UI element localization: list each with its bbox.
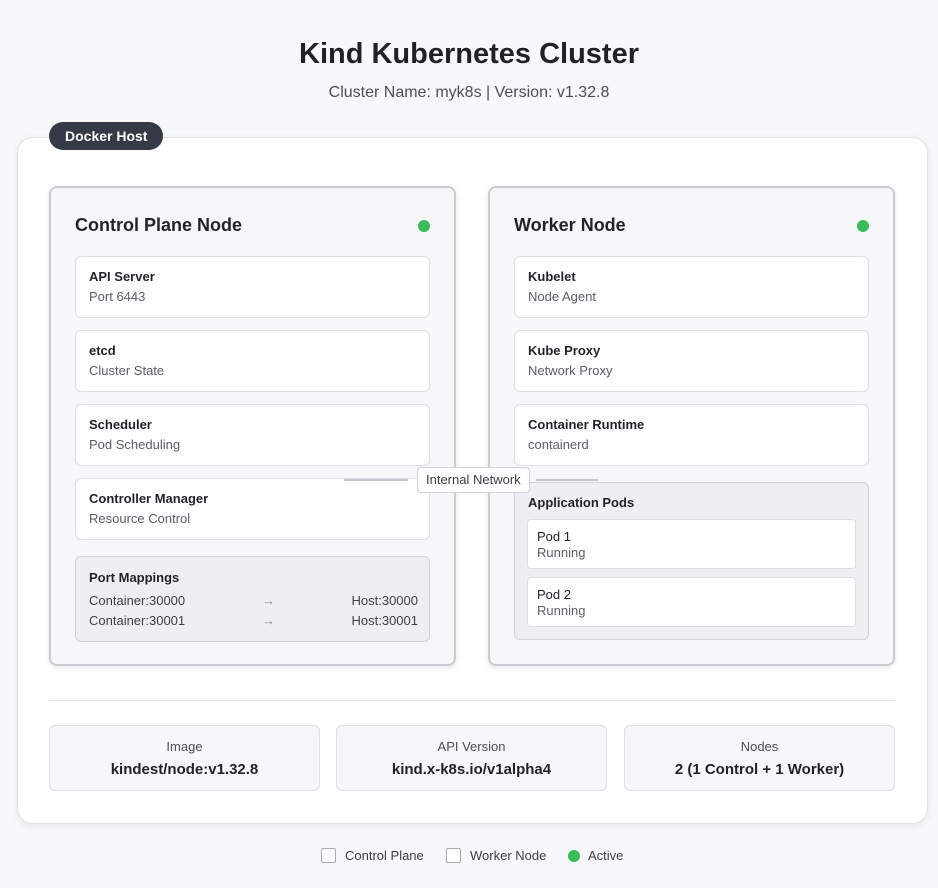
worker-title: Worker Node (514, 215, 626, 235)
legend-control-plane: Control Plane (321, 847, 431, 865)
legend-label: Control Plane (345, 848, 424, 863)
info-label: API Version (437, 739, 506, 754)
network-line-left (344, 479, 408, 481)
component-container-runtime[interactable]: Container Runtime containerd (514, 404, 869, 466)
port-host: Host:30001 (351, 613, 419, 628)
legend-worker-node: Worker Node (446, 847, 556, 865)
legend-active: Active (568, 847, 638, 865)
pod-status: Running (537, 545, 586, 560)
port-mappings-title: Port Mappings (89, 570, 180, 585)
component-kube-proxy[interactable]: Kube Proxy Network Proxy (514, 330, 869, 392)
arrow-right-icon: → (262, 613, 275, 628)
info-card-nodes: Nodes 2 (1 Control + 1 Worker) (624, 725, 895, 791)
port-host: Host:30000 (351, 593, 419, 608)
component-desc: Node Agent (528, 289, 596, 304)
worker-node[interactable]: Worker Node Kubelet Node Agent Kube Prox… (488, 186, 895, 666)
component-desc: Cluster State (89, 363, 165, 378)
component-name: etcd (89, 343, 116, 358)
internal-network-label: Internal Network (417, 467, 530, 493)
legend-label: Worker Node (470, 848, 547, 863)
component-scheduler[interactable]: Scheduler Pod Scheduling (75, 404, 430, 466)
control-plane-title: Control Plane Node (75, 215, 243, 235)
docker-host-badge: Docker Host (49, 122, 164, 150)
port-container: Container:30000 (89, 593, 186, 608)
pod-name: Pod 2 (537, 587, 571, 602)
port-mapping-row: Container:30001 → Host:30001 (89, 613, 418, 631)
control-plane-node[interactable]: Control Plane Node API Server Port 6443 … (49, 186, 456, 666)
info-label: Nodes (740, 739, 779, 754)
info-card-image: Image kindest/node:v1.32.8 (49, 725, 320, 791)
section-divider (49, 700, 895, 701)
info-label: Image (166, 739, 203, 754)
control-plane-swatch-icon (321, 848, 336, 863)
worker-status-dot (857, 220, 869, 232)
legend-label: Active (588, 848, 624, 863)
component-name: Kubelet (528, 269, 576, 284)
component-desc: Resource Control (89, 511, 191, 526)
page-title: Kind Kubernetes Cluster (299, 38, 639, 70)
pod-status: Running (537, 603, 586, 618)
info-value: kindest/node:v1.32.8 (110, 761, 259, 778)
arrow-right-icon: → (262, 593, 275, 608)
pod-card[interactable]: Pod 1 Running (527, 519, 856, 569)
network-line-right (536, 479, 598, 481)
page-subtitle: Cluster Name: myk8s | Version: v1.32.8 (328, 84, 610, 101)
application-pods-panel: Application Pods Pod 1 Running Pod 2 Run… (514, 482, 869, 640)
component-kubelet[interactable]: Kubelet Node Agent (514, 256, 869, 318)
component-api-server[interactable]: API Server Port 6443 (75, 256, 430, 318)
component-etcd[interactable]: etcd Cluster State (75, 330, 430, 392)
component-name: Controller Manager (89, 491, 209, 506)
pod-name: Pod 1 (537, 529, 571, 544)
component-desc: Port 6443 (89, 289, 146, 304)
active-dot-icon (568, 850, 580, 862)
port-mapping-row: Container:30000 → Host:30000 (89, 593, 418, 611)
component-desc: Pod Scheduling (89, 437, 181, 452)
port-mappings-panel: Port Mappings Container:30000 → Host:300… (75, 556, 430, 642)
info-value: kind.x-k8s.io/v1alpha4 (391, 761, 552, 778)
component-name: Kube Proxy (528, 343, 601, 358)
component-name: API Server (89, 269, 155, 284)
control-plane-status-dot (418, 220, 430, 232)
component-controller-manager[interactable]: Controller Manager Resource Control (75, 478, 430, 540)
worker-node-swatch-icon (446, 848, 461, 863)
application-pods-title: Application Pods (528, 495, 635, 510)
port-container: Container:30001 (89, 613, 186, 628)
component-name: Scheduler (89, 417, 152, 432)
pod-card[interactable]: Pod 2 Running (527, 577, 856, 627)
component-name: Container Runtime (528, 417, 645, 432)
info-card-api-version: API Version kind.x-k8s.io/v1alpha4 (336, 725, 607, 791)
component-desc: Network Proxy (528, 363, 613, 378)
component-desc: containerd (528, 437, 589, 452)
info-value: 2 (1 Control + 1 Worker) (674, 761, 845, 778)
